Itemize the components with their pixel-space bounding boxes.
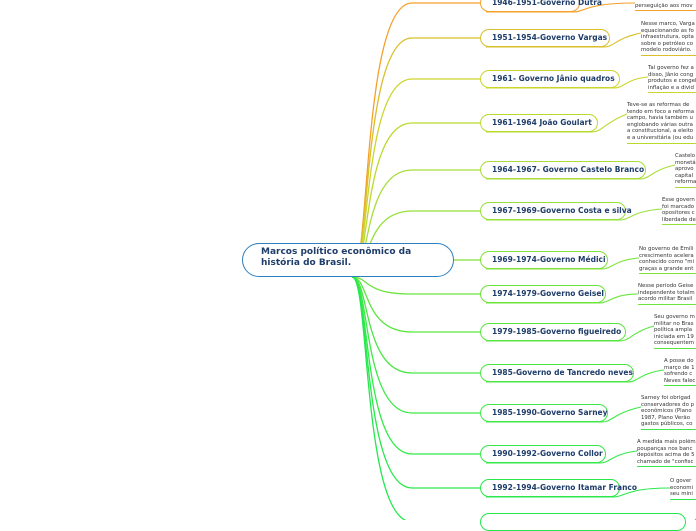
branch-node[interactable]: 1985-Governo de Tancredo neves bbox=[480, 364, 634, 382]
branch-node[interactable]: 1990-1992-Governo Collor bbox=[480, 445, 606, 463]
branch-connector bbox=[351, 276, 480, 489]
branch-note: Teve-se as reformas de tendo em foco a r… bbox=[627, 102, 696, 144]
root-topic[interactable]: Marcos político econômico da história do… bbox=[242, 243, 454, 277]
branch-connector bbox=[351, 276, 480, 333]
branch-note: A medida mais polêm poupanças nos banc d… bbox=[637, 439, 696, 468]
branch-note: Tal governo fez a disso, Jânio cong prod… bbox=[648, 65, 696, 94]
branch-node[interactable] bbox=[480, 513, 686, 531]
branch-node[interactable]: 1974-1979-Governo Geisel bbox=[480, 285, 606, 303]
branch-node[interactable]: 1979-1985-Governo figueiredo bbox=[480, 323, 626, 341]
root-title-line2: história do Brasil. bbox=[261, 258, 352, 268]
branch-note: O gover economi seu mini bbox=[670, 478, 696, 500]
branch-node[interactable]: 1969-1974-Governo Médici bbox=[480, 251, 608, 269]
branch-connector bbox=[351, 2, 480, 278]
branch-node[interactable]: 1985-1990-Governo Sarney bbox=[480, 404, 608, 422]
branch-note: Castelo monetá aprovo capital reforma bbox=[675, 153, 696, 188]
branch-note: Esse govern foi marcado opositores c lib… bbox=[662, 197, 696, 226]
branch-node[interactable]: 1946-1951-Governo Dutra bbox=[480, 0, 602, 12]
root-title-line1: Marcos político econômico da bbox=[261, 247, 412, 257]
branch-node[interactable]: 1961-1964 João Goulart bbox=[480, 114, 598, 132]
branch-node[interactable]: 1967-1969-Governo Costa e silva bbox=[480, 202, 632, 220]
branch-note: Sarney foi obrigad conservadores do p ec… bbox=[641, 395, 696, 430]
branch-note: Nesse período Geise independente totalm … bbox=[638, 283, 696, 305]
branch-note: No governo de Emíli crescimento acelera … bbox=[639, 246, 696, 275]
branch-node[interactable]: 1961- Governo Jânio quadros bbox=[480, 70, 620, 88]
branch-connector bbox=[351, 276, 480, 374]
branch-node[interactable]: 1992-1994-Governo Itamar Franco bbox=[480, 479, 637, 497]
branch-note: brasil como aliado do perseguição aos mo… bbox=[635, 0, 696, 12]
branch-node[interactable]: 1951-1954-Governo Vargas bbox=[480, 29, 610, 47]
branch-note: A posse do março de 1 sofrendo c Neves f… bbox=[664, 358, 696, 387]
branch-connector bbox=[351, 276, 408, 520]
branch-connector bbox=[351, 276, 480, 295]
branch-note: Seu governo m militar no Bras política a… bbox=[654, 314, 696, 349]
branch-note: Nesse marco, Varga equacionando as fo in… bbox=[641, 21, 696, 56]
branch-node[interactable]: 1964-1967- Governo Castelo Branco bbox=[480, 161, 646, 179]
branch-connector bbox=[351, 276, 480, 455]
